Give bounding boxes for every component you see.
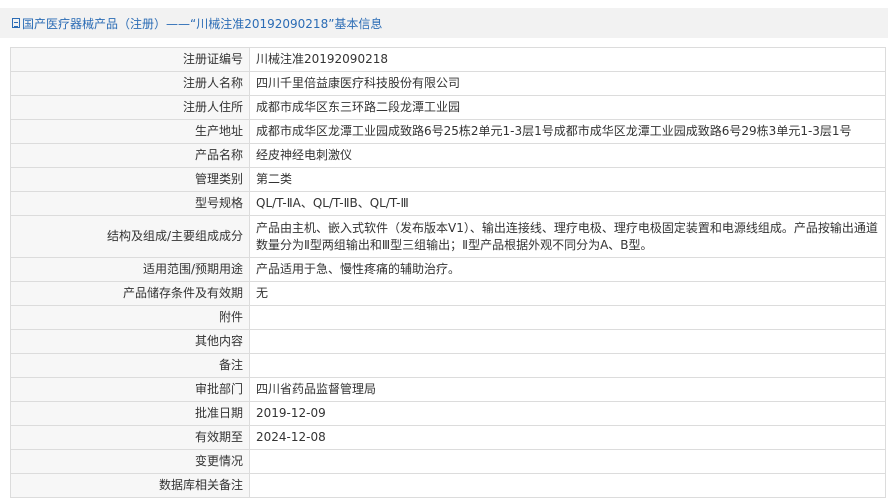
row-value: 产品由主机、嵌入式软件（发布版本V1）、输出连接线、理疗电极、理疗电极固定装置和… <box>249 215 886 258</box>
table-row: 产品储存条件及有效期 无 <box>10 281 886 306</box>
table-row: 型号规格 QL/T-ⅡA、QL/T-ⅡB、QL/T-Ⅲ <box>10 191 886 216</box>
row-value: QL/T-ⅡA、QL/T-ⅡB、QL/T-Ⅲ <box>249 191 886 216</box>
page-title-bar: 国产医疗器械产品（注册）——“川械注准20192090218”基本信息 <box>0 8 888 38</box>
row-label: 适用范围/预期用途 <box>10 257 250 282</box>
row-value <box>249 473 886 498</box>
row-label: 有效期至 <box>10 425 250 450</box>
row-label: 注册人名称 <box>10 71 250 96</box>
row-value: 2024-12-08 <box>249 425 886 450</box>
row-value: 川械注准20192090218 <box>249 47 886 72</box>
row-value: 第二类 <box>249 167 886 192</box>
row-value: 2019-12-09 <box>249 401 886 426</box>
table-row: 生产地址 成都市成华区龙潭工业园成致路6号25栋2单元1-3层1号成都市成华区龙… <box>10 119 886 144</box>
row-value: 经皮神经电刺激仪 <box>249 143 886 168</box>
table-row: 注册证编号 川械注准20192090218 <box>10 47 886 72</box>
row-label: 生产地址 <box>10 119 250 144</box>
row-label: 型号规格 <box>10 191 250 216</box>
row-label: 其他内容 <box>10 329 250 354</box>
row-label: 变更情况 <box>10 449 250 474</box>
row-label: 审批部门 <box>10 377 250 402</box>
table-row: 附件 <box>10 305 886 330</box>
table-row: 注册人名称 四川千里倍益康医疗科技股份有限公司 <box>10 71 886 96</box>
page-title: 国产医疗器械产品（注册）——“川械注准20192090218”基本信息 <box>22 16 383 31</box>
table-row: 审批部门 四川省药品监督管理局 <box>10 377 886 402</box>
row-value: 产品适用于急、慢性疼痛的辅助治疗。 <box>249 257 886 282</box>
table-row: 备注 <box>10 353 886 378</box>
row-value <box>249 329 886 354</box>
row-value: 四川省药品监督管理局 <box>249 377 886 402</box>
table-row: 结构及组成/主要组成成分 产品由主机、嵌入式软件（发布版本V1）、输出连接线、理… <box>10 215 886 258</box>
row-value: 成都市成华区东三环路二段龙潭工业园 <box>249 95 886 120</box>
row-label: 管理类别 <box>10 167 250 192</box>
row-value: 无 <box>249 281 886 306</box>
table-row: 批准日期 2019-12-09 <box>10 401 886 426</box>
row-label: 数据库相关备注 <box>10 473 250 498</box>
row-label: 产品储存条件及有效期 <box>10 281 250 306</box>
row-label: 注册人住所 <box>10 95 250 120</box>
row-value <box>249 449 886 474</box>
table-row: 其他内容 <box>10 329 886 354</box>
row-label: 备注 <box>10 353 250 378</box>
table-row: 变更情况 <box>10 449 886 474</box>
table-row: 适用范围/预期用途 产品适用于急、慢性疼痛的辅助治疗。 <box>10 257 886 282</box>
table-row: 产品名称 经皮神经电刺激仪 <box>10 143 886 168</box>
row-value <box>249 353 886 378</box>
row-value: 成都市成华区龙潭工业园成致路6号25栋2单元1-3层1号成都市成华区龙潭工业园成… <box>249 119 886 144</box>
table-row: 数据库相关备注 <box>10 473 886 498</box>
table-row: 注册人住所 成都市成华区东三环路二段龙潭工业园 <box>10 95 886 120</box>
row-label: 附件 <box>10 305 250 330</box>
table-row: 管理类别 第二类 <box>10 167 886 192</box>
table-row: 有效期至 2024-12-08 <box>10 425 886 450</box>
row-label: 批准日期 <box>10 401 250 426</box>
row-label: 结构及组成/主要组成成分 <box>10 215 250 258</box>
info-table: 注册证编号 川械注准20192090218 注册人名称 四川千里倍益康医疗科技股… <box>10 47 886 498</box>
document-icon <box>12 18 20 28</box>
row-value <box>249 305 886 330</box>
row-value: 四川千里倍益康医疗科技股份有限公司 <box>249 71 886 96</box>
row-label: 产品名称 <box>10 143 250 168</box>
row-label: 注册证编号 <box>10 47 250 72</box>
